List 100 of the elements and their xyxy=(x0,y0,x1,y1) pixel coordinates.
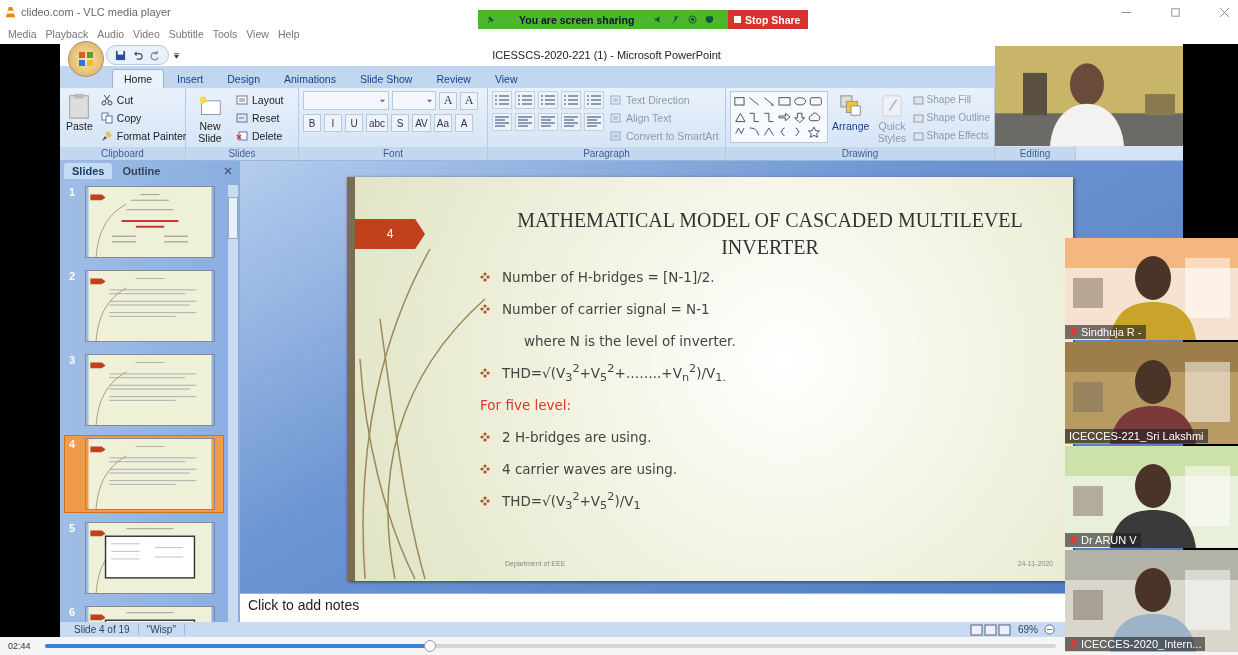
menu-item[interactable]: Audio xyxy=(97,28,125,40)
sharing-banner: You are screen sharing xyxy=(478,10,728,29)
view-buttons-icon[interactable] xyxy=(970,623,1012,636)
list-format-icon[interactable] xyxy=(492,91,512,109)
ribbon-tab[interactable]: Home xyxy=(112,69,164,88)
group-label: Drawing xyxy=(726,147,994,160)
caret-icon xyxy=(379,97,386,104)
slide-number: 3 xyxy=(69,354,77,368)
slide-number: 5 xyxy=(69,522,77,536)
format-button[interactable]: U xyxy=(345,114,363,132)
menu-item[interactable]: Help xyxy=(277,28,300,40)
paste-button[interactable]: Paste xyxy=(64,91,95,135)
ribbon-tab[interactable]: Slide Show xyxy=(348,70,424,88)
list-format-icon[interactable] xyxy=(584,91,604,109)
text-icon xyxy=(610,111,622,124)
participant-name: ICECCES-221_Sri Lakshmi xyxy=(1065,429,1208,443)
office-logo-icon xyxy=(78,51,94,67)
format-button[interactable]: B xyxy=(303,114,321,132)
slide-counter: Slide 4 of 19 xyxy=(66,624,139,635)
theme-name: "Wisp" xyxy=(138,624,185,635)
font-size-button[interactable]: A xyxy=(460,91,478,110)
arrange-button[interactable]: Arrange xyxy=(830,91,872,135)
group-label: Font xyxy=(299,147,487,160)
menu-item[interactable]: Subtitle xyxy=(168,28,204,40)
pin-icon[interactable] xyxy=(486,15,495,24)
list-format-icon[interactable] xyxy=(561,91,581,109)
list-format-icon[interactable] xyxy=(515,91,535,109)
slide-number-badge: 4 xyxy=(355,219,425,249)
slide-text: THD=√(V$_{3}$$^{2}$+V$_{5}$$^{2}$+……..+V$_{n}$$^{2}$)/V$_{1.}$ xyxy=(502,361,726,385)
align-icon[interactable] xyxy=(584,113,604,131)
record-icon[interactable] xyxy=(688,15,698,24)
window-title: ICESSCS-2020-221 (1) - Microsoft PowerPoint xyxy=(492,49,721,61)
align-icon[interactable] xyxy=(561,113,581,131)
stop-icon xyxy=(734,16,741,23)
menu-item[interactable]: Media xyxy=(8,28,37,40)
group-label: Paragraph xyxy=(488,147,725,160)
format-button[interactable]: I xyxy=(324,114,342,132)
slide-text: 2 H-bridges are using. xyxy=(502,429,652,445)
ribbon-button[interactable]: Copy xyxy=(98,109,189,126)
shield-icon[interactable] xyxy=(705,15,715,24)
ribbon-tab[interactable]: View xyxy=(483,70,529,88)
office-button[interactable] xyxy=(68,41,104,77)
notes-field[interactable]: Click to add notes xyxy=(240,593,1065,622)
format-button[interactable]: S xyxy=(391,114,410,132)
format-button[interactable]: abc xyxy=(366,114,389,132)
participant-name: Dr ARUN V xyxy=(1065,533,1141,547)
align-icon[interactable] xyxy=(538,113,558,131)
group-label: Slides xyxy=(186,147,298,160)
brush-icon xyxy=(880,93,904,119)
font-size-field[interactable] xyxy=(392,91,436,110)
format-button[interactable]: A xyxy=(454,114,473,132)
menu-item[interactable]: Video xyxy=(133,28,160,40)
save-icon[interactable] xyxy=(115,49,126,61)
bullet-icon xyxy=(480,368,490,378)
reset-icon xyxy=(236,111,248,124)
shape-format-icon xyxy=(912,93,925,106)
zoom-out-icon[interactable] xyxy=(1044,624,1055,635)
delete-slide-icon xyxy=(236,129,248,142)
ribbon-button[interactable]: Layout xyxy=(234,91,286,108)
format-button[interactable]: AV xyxy=(412,114,431,132)
menu-item[interactable]: Playback xyxy=(45,28,89,40)
ribbon-button[interactable]: Reset xyxy=(234,109,286,126)
ribbon-tab[interactable]: Review xyxy=(425,70,482,88)
copy-icon xyxy=(100,111,113,124)
undo-icon[interactable] xyxy=(132,49,143,61)
new-slide-button[interactable]: New Slide xyxy=(190,91,230,147)
ribbon-button[interactable]: Cut xyxy=(98,91,189,108)
bullet-icon xyxy=(480,496,490,506)
menu-item[interactable]: View xyxy=(246,28,269,40)
playback-time: 02:44 xyxy=(8,641,31,651)
caret-icon xyxy=(426,97,433,104)
font-size-button[interactable]: A xyxy=(439,91,457,110)
list-format-icon[interactable] xyxy=(538,91,558,109)
ribbon-tab[interactable]: Animations xyxy=(272,70,347,88)
ribbon-tab[interactable]: Insert xyxy=(166,70,215,88)
microphone-icon[interactable] xyxy=(671,15,681,24)
maximize-icon[interactable] xyxy=(1170,6,1181,18)
ribbon-button[interactable]: Format Painter xyxy=(98,127,189,144)
close-icon[interactable] xyxy=(1219,6,1230,18)
scrollbar[interactable] xyxy=(228,185,238,622)
vlc-cone-icon xyxy=(4,5,17,19)
menu-item[interactable]: Tools xyxy=(212,28,238,40)
align-icon[interactable] xyxy=(515,113,535,131)
bullet-icon xyxy=(480,272,490,282)
slide-number: 1 xyxy=(69,186,77,200)
slide-text: 4 carrier waves are using. xyxy=(502,461,678,477)
pane-tab[interactable]: Slides xyxy=(64,163,113,179)
stop-share-button[interactable]: Stop Share xyxy=(728,10,808,29)
format-button[interactable]: Aa xyxy=(433,114,452,132)
customize-caret-icon[interactable] xyxy=(173,51,180,59)
redo-icon[interactable] xyxy=(149,49,160,61)
arrange-icon xyxy=(838,93,863,119)
slide-text: THD=√(V$_{3}$$^{2}$+V$_{5}$$^{2}$)/V$_{1}$ xyxy=(502,489,641,513)
slide-number: 6 xyxy=(69,606,77,620)
close-icon[interactable] xyxy=(224,167,232,175)
pane-tab[interactable]: Outline xyxy=(114,163,169,179)
ribbon-button[interactable]: Delete xyxy=(234,127,286,144)
font-name-field[interactable] xyxy=(303,91,389,110)
ribbon-tab[interactable]: Design xyxy=(216,70,271,88)
align-icon[interactable] xyxy=(492,113,512,131)
